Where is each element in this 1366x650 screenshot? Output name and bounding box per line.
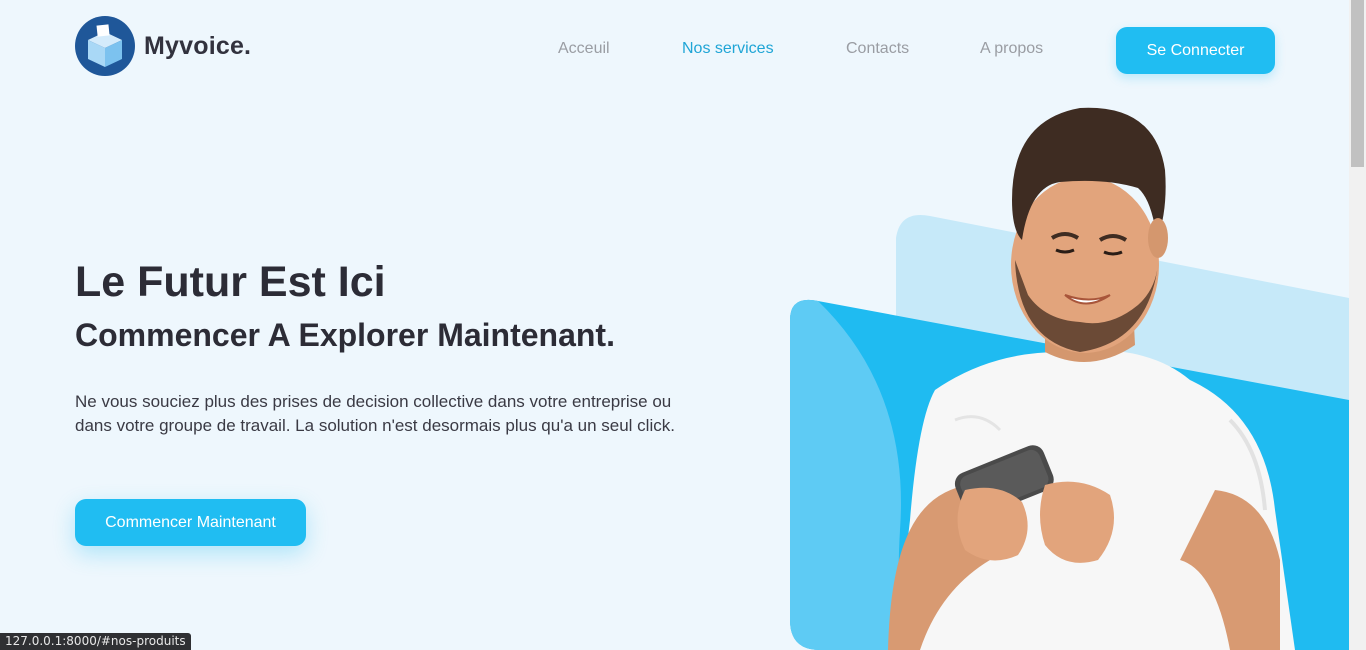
hero-description: Ne vous souciez plus des prises de decis… [75, 392, 675, 435]
vertical-scrollbar[interactable] [1349, 0, 1366, 650]
nav-link-a-propos[interactable]: A propos [980, 40, 1043, 58]
status-bar-url: 127.0.0.1:8000/#nos-produits [0, 633, 191, 650]
connect-button[interactable]: Se Connecter [1116, 27, 1275, 74]
page: Myvoice. Acceuil Nos services Contacts A… [0, 0, 1349, 650]
nav-link-contacts[interactable]: Contacts [846, 40, 909, 58]
hero-title: Le Futur Est Ici [75, 258, 386, 306]
nav-link-nos-services[interactable]: Nos services [682, 40, 774, 58]
scrollbar-thumb[interactable] [1351, 0, 1364, 167]
nav-link-acceuil[interactable]: Acceuil [558, 40, 610, 58]
ballot-box-icon [75, 16, 135, 76]
start-now-button[interactable]: Commencer Maintenant [75, 499, 306, 546]
logo[interactable]: Myvoice. [75, 16, 251, 76]
hero-illustration [790, 107, 1349, 650]
hero-subtitle: Commencer A Explorer Maintenant. [75, 317, 615, 353]
brand-name: Myvoice. [144, 31, 252, 60]
